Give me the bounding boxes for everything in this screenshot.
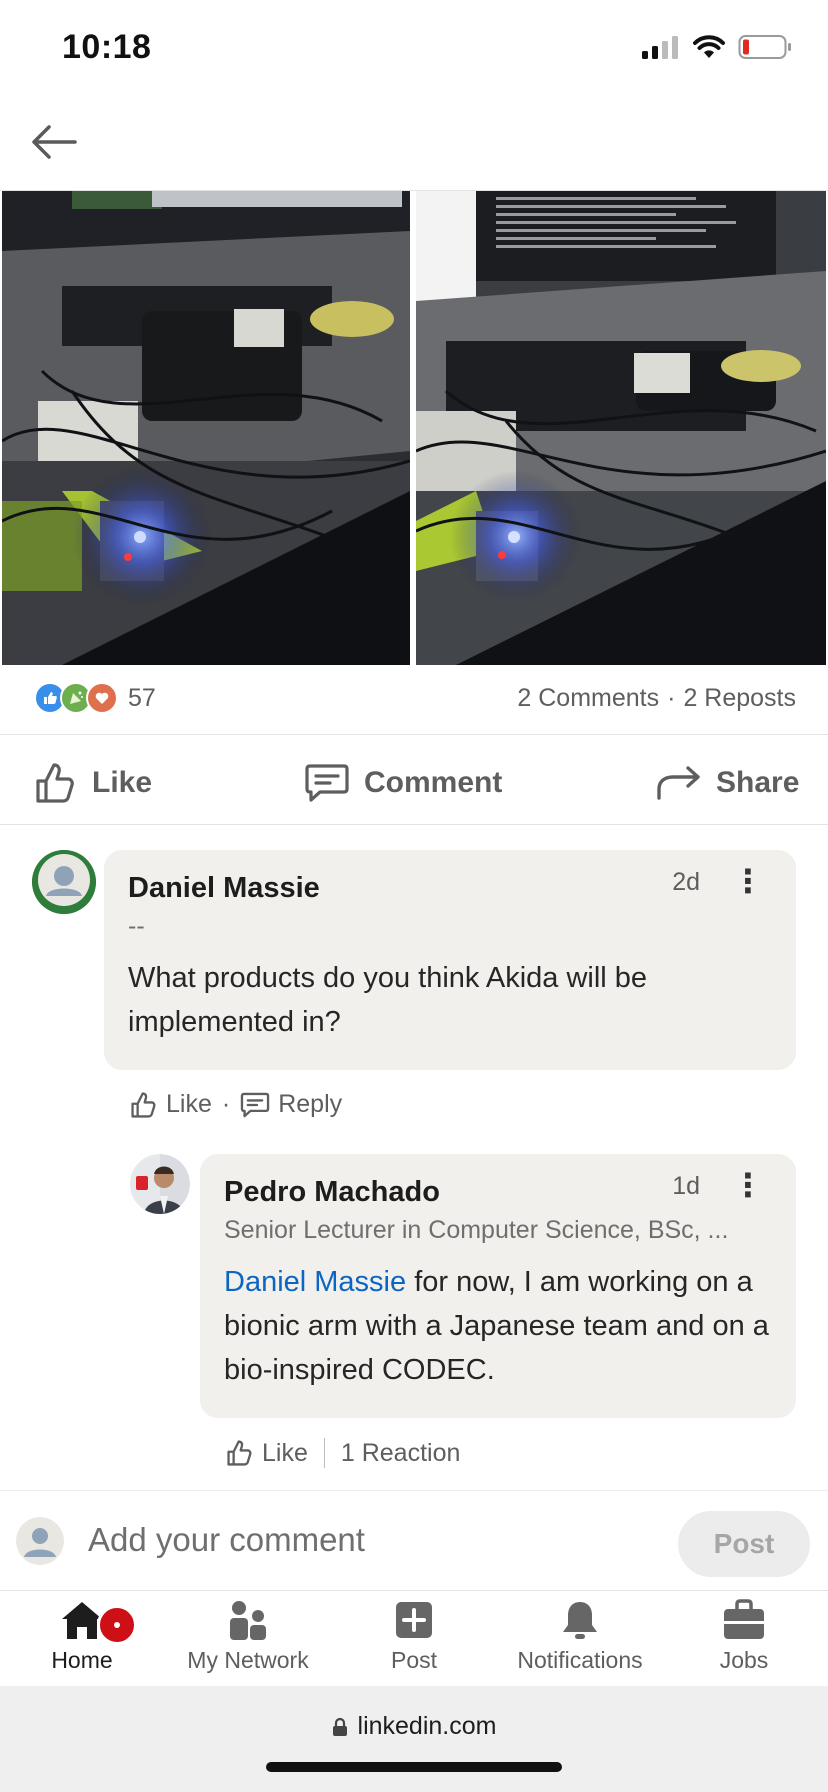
comment-reply-button[interactable]: Reply [240, 1090, 342, 1119]
comment-like-label: Like [166, 1090, 212, 1118]
comments-count-link[interactable]: 2 Comments [517, 684, 659, 713]
status-icons [640, 34, 792, 60]
lock-icon [332, 1717, 347, 1736]
user-avatar [16, 1517, 64, 1565]
comment-button[interactable]: Comment [304, 754, 502, 812]
reply-bubble: Pedro Machado 1d ⋮ Senior Lecturer in Co… [200, 1154, 796, 1418]
address-bar[interactable]: linkedin.com [0, 1712, 828, 1741]
replier-avatar[interactable] [130, 1154, 190, 1214]
tab-home-label: Home [51, 1647, 113, 1673]
back-button[interactable] [26, 114, 82, 170]
status-time: 10:18 [62, 28, 152, 66]
tab-jobs-label: Jobs [719, 1647, 769, 1673]
mention-link[interactable]: Daniel Massie [224, 1266, 406, 1298]
like-label: Like [92, 766, 153, 799]
reposts-count-link[interactable]: 2 Reposts [683, 684, 796, 713]
reply-time: 1d [672, 1172, 700, 1200]
tab-notifications[interactable]: Notifications [505, 1599, 655, 1674]
comment-icon [305, 764, 349, 802]
engagement-counts: 2 Comments · 2 Reposts [517, 684, 796, 713]
reply-text-container: Daniel Massie for now, I am working on a… [224, 1260, 780, 1392]
post-comment-button[interactable]: Post [678, 1511, 810, 1577]
reaction-count: 57 [128, 683, 156, 712]
commenter-avatar[interactable] [32, 850, 96, 914]
tab-jobs[interactable]: Jobs [669, 1599, 819, 1674]
reply-reaction-count[interactable]: 1 Reaction [341, 1439, 461, 1468]
tab-my-network[interactable]: My Network [173, 1599, 323, 1674]
love-reaction-icon [86, 682, 118, 714]
top-navigation [0, 92, 828, 191]
signal-icon [642, 36, 678, 59]
arrow-left-icon [32, 125, 77, 159]
home-indicator [266, 1762, 562, 1772]
tab-post-label: Post [390, 1647, 438, 1673]
wifi-icon [693, 35, 725, 58]
people-icon [230, 1601, 266, 1640]
bottom-navigation: Home My Network Post Notifications Jobs [0, 1590, 828, 1687]
comment-actions: Like · Reply [130, 1090, 342, 1119]
comment-like-button[interactable]: Like [130, 1090, 212, 1119]
browser-address-bar: linkedin.com [0, 1686, 828, 1792]
url-text: linkedin.com [357, 1712, 497, 1740]
briefcase-icon [724, 1599, 764, 1639]
reply-author-headline: Senior Lecturer in Computer Science, BSc… [224, 1216, 729, 1244]
thumbs-up-icon [131, 1091, 156, 1118]
comment-time: 2d [672, 868, 700, 896]
comment-bubble: Daniel Massie 2d ⋮ -- What products do y… [104, 850, 796, 1070]
notification-badge [97, 1605, 137, 1645]
count-separator: · [667, 684, 676, 712]
reply-like-button[interactable]: Like [226, 1439, 308, 1468]
share-label: Share [716, 766, 800, 799]
bell-icon [563, 1602, 597, 1639]
tab-home[interactable]: Home [7, 1599, 157, 1674]
like-button[interactable]: Like [34, 754, 152, 812]
vertical-divider [323, 1438, 325, 1468]
comment-author[interactable]: Daniel Massie [128, 872, 320, 905]
share-button[interactable]: Share [656, 754, 799, 812]
dot-separator: · [221, 1090, 231, 1118]
comment-input[interactable]: Add your comment [88, 1521, 365, 1559]
plus-square-icon [396, 1602, 432, 1638]
comment-composer: Add your comment Post [0, 1490, 828, 1591]
comment-reply-label: Reply [278, 1090, 343, 1118]
share-arrow-icon [657, 766, 700, 800]
divider [0, 824, 828, 825]
tab-notifications-label: Notifications [517, 1647, 643, 1673]
comment-text: What products do you think Akida will be… [128, 962, 648, 1038]
more-options-icon[interactable]: ⋮ [732, 1166, 764, 1204]
divider [0, 734, 828, 735]
comment-author-headline: -- [128, 912, 145, 940]
battery-icon [738, 35, 791, 59]
post-photo-1[interactable] [2, 191, 410, 665]
reactions-summary[interactable]: 57 [34, 682, 156, 714]
thumbs-up-icon [36, 763, 74, 803]
post-photo-2[interactable] [416, 191, 826, 665]
thumbs-up-icon [227, 1440, 252, 1466]
more-options-icon[interactable]: ⋮ [732, 862, 764, 900]
tab-my-network-label: My Network [187, 1647, 309, 1673]
reply-actions: Like 1 Reaction [226, 1438, 460, 1468]
reply-author[interactable]: Pedro Machado [224, 1176, 440, 1209]
comment-label: Comment [364, 766, 503, 799]
tab-post[interactable]: Post [339, 1599, 489, 1674]
comment-icon [240, 1092, 270, 1117]
reply-like-label: Like [262, 1438, 308, 1467]
